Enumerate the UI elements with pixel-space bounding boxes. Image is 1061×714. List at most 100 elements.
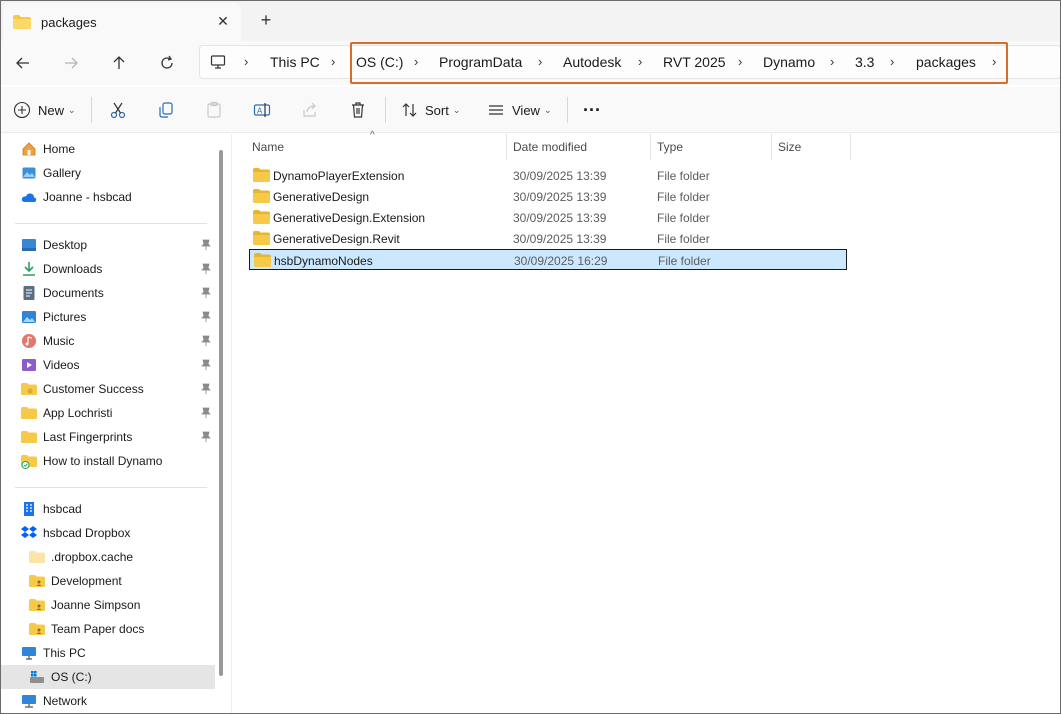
sidebar-item-this-pc[interactable]: This PC — [1, 641, 215, 665]
file-row-selected[interactable]: hsbDynamoNodes 30/09/2025 16:29 File fol… — [249, 249, 847, 270]
sidebar-label: Videos — [43, 358, 80, 372]
sidebar-label: Team Paper docs — [51, 622, 145, 636]
refresh-button[interactable] — [155, 51, 179, 75]
sidebar-item-videos[interactable]: Videos — [1, 353, 215, 377]
arrow-right-icon — [65, 57, 78, 69]
file-name: GenerativeDesign.Extension — [273, 211, 426, 225]
sidebar-item-dropbox-cache[interactable]: .dropbox.cache — [1, 545, 215, 569]
file-row[interactable]: GenerativeDesign 30/09/2025 13:39 File f… — [249, 186, 847, 207]
toolbar-divider — [567, 97, 568, 123]
folder-icon — [254, 253, 271, 267]
sidebar-item-hsbcad-dropbox[interactable]: hsbcad Dropbox — [1, 521, 215, 545]
annotation-highlight-box — [350, 42, 1008, 84]
breadcrumb-this-pc[interactable]: This PC — [270, 54, 320, 70]
dropbox-icon — [21, 526, 37, 538]
plus-circle-icon — [13, 101, 31, 119]
file-row[interactable]: DynamoPlayerExtension 30/09/2025 13:39 F… — [249, 165, 847, 186]
column-header-name[interactable]: Name — [246, 134, 506, 160]
column-header-size[interactable]: Size — [772, 134, 850, 160]
new-button[interactable]: New ⌄ — [13, 99, 76, 121]
sidebar-item-home[interactable]: Home — [1, 137, 215, 161]
sidebar-label: Desktop — [43, 238, 88, 252]
cut-button[interactable] — [109, 99, 127, 121]
tab-title: packages — [41, 14, 97, 30]
cloud-icon — [21, 193, 37, 202]
sidebar-label: Home — [43, 142, 76, 156]
sort-label: Sort — [425, 102, 449, 118]
folder-icon — [21, 383, 37, 395]
file-type: File folder — [657, 190, 710, 204]
view-button[interactable]: View ⌄ — [487, 99, 552, 121]
sidebar-label: OS (C:) — [51, 670, 92, 684]
sidebar-item-development[interactable]: Development — [1, 569, 215, 593]
sidebar-item-documents[interactable]: Documents — [1, 281, 215, 305]
file-type: File folder — [657, 232, 710, 246]
sidebar-item-joanne-simpson[interactable]: Joanne Simpson — [1, 593, 215, 617]
sidebar-label: Pictures — [43, 310, 87, 324]
forward-button[interactable] — [59, 51, 83, 75]
chevron-right-icon: › — [331, 54, 336, 69]
pin-icon — [201, 287, 211, 298]
sort-button[interactable]: Sort ⌄ — [401, 99, 460, 121]
copy-button[interactable] — [157, 99, 175, 121]
up-button[interactable] — [107, 51, 131, 75]
sidebar-item-music[interactable]: Music — [1, 329, 215, 353]
sidebar-item-app-lochristi[interactable]: App Lochristi — [1, 401, 215, 425]
sidebar-item-how-to-install-dynamo[interactable]: How to install Dynamo — [1, 449, 215, 473]
file-date: 30/09/2025 13:39 — [513, 232, 607, 246]
sort-icon — [402, 103, 417, 117]
file-explorer-window: packages ✕ + › This PC › OS (C:) › Progr… — [0, 0, 1061, 714]
column-header-type[interactable]: Type — [651, 134, 771, 160]
sidebar-item-customer-success[interactable]: Customer Success — [1, 377, 215, 401]
sidebar-item-hsbcad[interactable]: hsbcad — [1, 497, 215, 521]
sidebar-scrollbar[interactable] — [219, 150, 223, 676]
column-divider[interactable] — [850, 134, 851, 160]
sidebar-item-downloads[interactable]: Downloads — [1, 257, 215, 281]
picture-icon — [22, 311, 36, 323]
chevron-down-icon: ⌄ — [543, 104, 552, 115]
sidebar-item-os-c[interactable]: OS (C:) — [1, 665, 215, 689]
new-tab-button[interactable]: + — [257, 11, 275, 29]
folder-sync-icon — [21, 455, 37, 469]
document-icon — [23, 286, 35, 300]
copy-icon — [159, 102, 173, 118]
sidebar-item-desktop[interactable]: Desktop — [1, 233, 215, 257]
network-icon — [22, 695, 36, 708]
video-icon — [22, 359, 36, 371]
scissors-icon — [110, 102, 126, 119]
close-tab-icon[interactable]: ✕ — [215, 13, 231, 29]
chevron-down-icon: ⌄ — [452, 104, 461, 115]
toolbar-divider — [91, 97, 92, 123]
arrow-up-icon — [113, 56, 125, 69]
chevron-right-icon: › — [244, 54, 249, 69]
delete-button[interactable] — [349, 99, 367, 121]
sidebar-item-gallery[interactable]: Gallery — [1, 161, 215, 185]
folder-icon — [253, 189, 270, 203]
paste-button[interactable] — [205, 99, 223, 121]
navigation-pane: Home Gallery Joanne - hsbcad Desktop Dow… — [1, 134, 231, 713]
share-button[interactable] — [301, 99, 319, 121]
file-row[interactable]: GenerativeDesign.Extension 30/09/2025 13… — [249, 207, 847, 228]
pin-icon — [201, 359, 211, 370]
sidebar-label: Customer Success — [43, 382, 144, 396]
sidebar-item-team-paper-docs[interactable]: Team Paper docs — [1, 617, 215, 641]
folder-shared-icon — [29, 575, 45, 587]
rename-icon: A — [253, 103, 271, 117]
sidebar-item-onedrive[interactable]: Joanne - hsbcad — [1, 185, 215, 209]
column-header-date[interactable]: Date modified — [507, 134, 650, 160]
sidebar-label: hsbcad Dropbox — [43, 526, 131, 540]
file-type: File folder — [657, 169, 710, 183]
sidebar-label: .dropbox.cache — [51, 550, 134, 564]
download-icon — [23, 262, 35, 276]
back-button[interactable] — [11, 51, 35, 75]
sidebar-item-last-fingerprints[interactable]: Last Fingerprints — [1, 425, 215, 449]
rename-button[interactable]: A — [253, 99, 271, 121]
file-type: File folder — [657, 211, 710, 225]
more-options-button[interactable]: ··· — [583, 99, 601, 121]
sidebar-item-network[interactable]: Network — [1, 689, 215, 713]
sidebar-item-pictures[interactable]: Pictures — [1, 305, 215, 329]
file-row[interactable]: GenerativeDesign.Revit 30/09/2025 13:39 … — [249, 228, 847, 249]
gallery-icon — [22, 167, 36, 179]
tab-packages[interactable]: packages ✕ — [3, 3, 241, 41]
new-label: New — [38, 102, 65, 118]
